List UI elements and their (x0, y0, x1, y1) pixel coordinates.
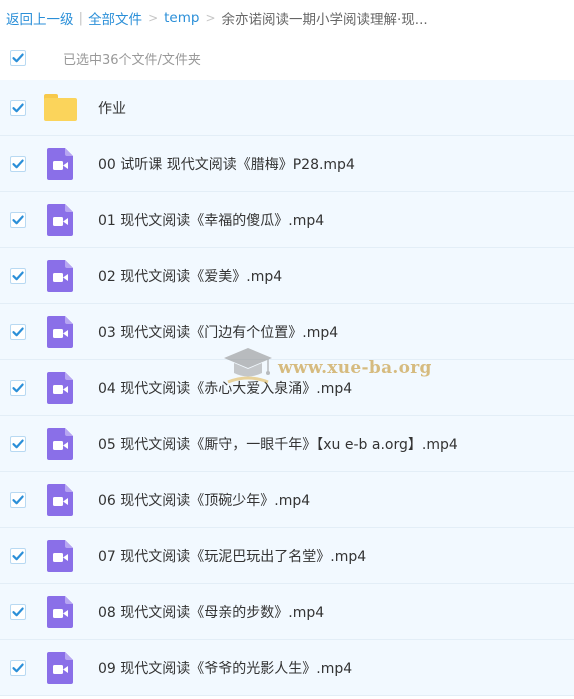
video-file-icon (47, 147, 73, 180)
breadcrumb: 返回上一级 | 全部文件 > temp > 余亦诺阅读一期小学阅读理解·现... (0, 0, 574, 36)
checkmark-icon (12, 271, 24, 280)
file-checkbox[interactable] (10, 659, 26, 676)
file-icon-wrap (42, 147, 78, 180)
file-icon-wrap (42, 427, 78, 460)
file-checkbox[interactable] (10, 99, 26, 116)
file-checkbox[interactable] (10, 435, 26, 452)
chevron-right-icon: > (205, 11, 216, 25)
breadcrumb-separator: | (78, 10, 84, 26)
checkmark-icon (12, 215, 24, 224)
file-checkbox[interactable] (10, 379, 26, 396)
file-row[interactable]: 04 现代文阅读《赤心大爱入泉涌》.mp4 (0, 360, 574, 416)
file-name[interactable]: 00 试听课 现代文阅读《腊梅》P28.mp4 (98, 154, 355, 174)
checkmark-icon (12, 551, 24, 560)
file-name[interactable]: 08 现代文阅读《母亲的步数》.mp4 (98, 602, 324, 622)
file-row[interactable]: 01 现代文阅读《幸福的傻瓜》.mp4 (0, 192, 574, 248)
file-name[interactable]: 01 现代文阅读《幸福的傻瓜》.mp4 (98, 210, 324, 230)
file-icon-wrap (42, 595, 78, 628)
file-name[interactable]: 02 现代文阅读《爱美》.mp4 (98, 266, 282, 286)
file-checkbox[interactable] (10, 211, 26, 228)
file-name[interactable]: 04 现代文阅读《赤心大爱入泉涌》.mp4 (98, 378, 352, 398)
video-file-icon (47, 315, 73, 348)
chevron-right-icon: > (148, 11, 159, 25)
file-icon-wrap (42, 371, 78, 404)
checkmark-icon (12, 327, 24, 336)
file-checkbox[interactable] (10, 155, 26, 172)
video-file-icon (47, 371, 73, 404)
checkmark-icon (12, 439, 24, 448)
checkmark-icon (12, 495, 24, 504)
file-icon-wrap (42, 203, 78, 236)
selection-summary: 已选中36个文件/文件夹 (63, 52, 201, 68)
select-all-checkbox[interactable] (10, 50, 26, 66)
video-file-icon (47, 651, 73, 684)
checkmark-icon (12, 53, 24, 63)
video-file-icon (47, 539, 73, 572)
back-link[interactable]: 返回上一级 (6, 8, 74, 28)
video-file-icon (47, 427, 73, 460)
checkmark-icon (12, 663, 24, 672)
checkmark-icon (12, 607, 24, 616)
file-icon-wrap (42, 651, 78, 684)
file-name[interactable]: 03 现代文阅读《门边有个位置》.mp4 (98, 322, 338, 342)
all-files-link[interactable]: 全部文件 (88, 8, 142, 28)
file-row[interactable]: 02 现代文阅读《爱美》.mp4 (0, 248, 574, 304)
file-row[interactable]: 09 现代文阅读《爷爷的光影人生》.mp4 (0, 640, 574, 696)
file-icon-wrap (42, 94, 78, 121)
file-name[interactable]: 06 现代文阅读《顶碗少年》.mp4 (98, 490, 310, 510)
video-file-icon (47, 595, 73, 628)
file-row[interactable]: 03 现代文阅读《门边有个位置》.mp4 (0, 304, 574, 360)
checkmark-icon (12, 383, 24, 392)
breadcrumb-folder-link[interactable]: temp (164, 10, 199, 26)
checkmark-icon (12, 103, 24, 112)
file-icon-wrap (42, 315, 78, 348)
file-row[interactable]: 08 现代文阅读《母亲的步数》.mp4 (0, 584, 574, 640)
file-row[interactable]: 00 试听课 现代文阅读《腊梅》P28.mp4 (0, 136, 574, 192)
file-name[interactable]: 作业 (98, 98, 126, 118)
file-checkbox[interactable] (10, 603, 26, 620)
file-checkbox[interactable] (10, 547, 26, 564)
checkmark-icon (12, 159, 24, 168)
folder-icon (43, 94, 77, 121)
video-file-icon (47, 259, 73, 292)
file-checkbox[interactable] (10, 491, 26, 508)
file-checkbox[interactable] (10, 323, 26, 340)
file-list: 作业 00 试听课 现代文阅读《腊梅》P28.mp4 01 现代文阅读《幸福的傻瓜》… (0, 80, 574, 696)
file-checkbox[interactable] (10, 267, 26, 284)
video-file-icon (47, 483, 73, 516)
file-name[interactable]: 07 现代文阅读《玩泥巴玩出了名堂》.mp4 (98, 546, 366, 566)
selection-bar: 已选中36个文件/文件夹 (0, 36, 574, 80)
breadcrumb-current: 余亦诺阅读一期小学阅读理解·现... (221, 12, 428, 28)
file-icon-wrap (42, 539, 78, 572)
video-file-icon (47, 203, 73, 236)
file-row[interactable]: 作业 (0, 80, 574, 136)
file-row[interactable]: 06 现代文阅读《顶碗少年》.mp4 (0, 472, 574, 528)
file-row[interactable]: 05 现代文阅读《厮守，一眼千年》【xu e-b a.org】.mp4 (0, 416, 574, 472)
file-icon-wrap (42, 483, 78, 516)
file-name[interactable]: 09 现代文阅读《爷爷的光影人生》.mp4 (98, 658, 352, 678)
file-name[interactable]: 05 现代文阅读《厮守，一眼千年》【xu e-b a.org】.mp4 (98, 434, 458, 454)
file-icon-wrap (42, 259, 78, 292)
file-row[interactable]: 07 现代文阅读《玩泥巴玩出了名堂》.mp4 (0, 528, 574, 584)
